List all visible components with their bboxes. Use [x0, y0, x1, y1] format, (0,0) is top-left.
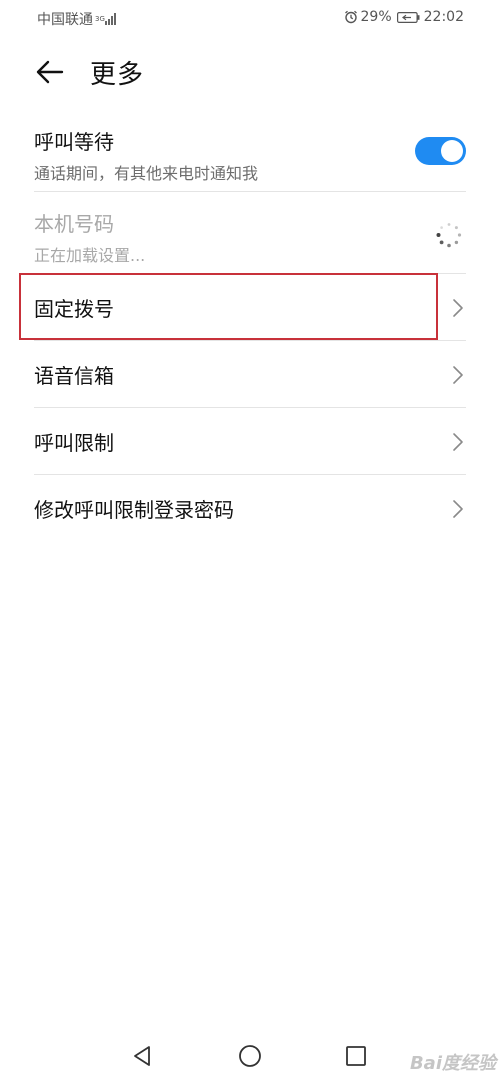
- my-number-row: 本机号码 正在加载设置...: [34, 192, 466, 274]
- call-waiting-title: 呼叫等待: [34, 130, 114, 154]
- call-waiting-row[interactable]: 呼叫等待 通话期间，有其他来电时通知我: [34, 110, 466, 192]
- battery-percent: 29%: [360, 9, 392, 25]
- clock: 22:02: [423, 9, 464, 25]
- signal-icon: [105, 13, 116, 25]
- chevron-right-icon: [453, 299, 463, 317]
- header: 更多: [0, 48, 500, 98]
- call-barring-label: 呼叫限制: [34, 431, 114, 455]
- chevron-right-icon: [453, 500, 463, 518]
- status-bar: 中国联通 3G 29% 22:02: [0, 0, 500, 36]
- call-waiting-subtitle: 通话期间，有其他来电时通知我: [34, 164, 259, 183]
- watermark: Bai度经验: [409, 1053, 496, 1074]
- back-arrow-icon[interactable]: [32, 54, 68, 90]
- voicemail-label: 语音信箱: [34, 364, 114, 388]
- call-waiting-toggle[interactable]: [415, 137, 466, 165]
- toggle-knob: [441, 140, 463, 162]
- battery-icon: [396, 11, 420, 23]
- status-bar-left: 中国联通 3G: [37, 9, 116, 29]
- nav-recent-apps-icon[interactable]: [344, 1044, 368, 1068]
- nav-home-icon[interactable]: [238, 1044, 262, 1068]
- voicemail-row[interactable]: 语音信箱: [34, 341, 466, 408]
- chevron-right-icon: [453, 366, 463, 384]
- change-barring-password-row[interactable]: 修改呼叫限制登录密码: [34, 475, 466, 542]
- network-type: 3G: [95, 14, 105, 23]
- chevron-right-icon: [453, 433, 463, 451]
- my-number-subtitle: 正在加载设置...: [34, 246, 146, 265]
- my-number-title: 本机号码: [34, 212, 114, 236]
- change-barring-password-label: 修改呼叫限制登录密码: [34, 498, 234, 522]
- nav-back-icon[interactable]: [130, 1044, 154, 1068]
- call-barring-row[interactable]: 呼叫限制: [34, 408, 466, 475]
- carrier-name: 中国联通: [37, 12, 93, 28]
- highlight-annotation: [19, 273, 438, 340]
- status-bar-right: 29% 22:02: [344, 9, 464, 25]
- loading-spinner-icon: [436, 223, 462, 248]
- alarm-icon: [344, 10, 357, 24]
- page-title: 更多: [90, 60, 145, 90]
